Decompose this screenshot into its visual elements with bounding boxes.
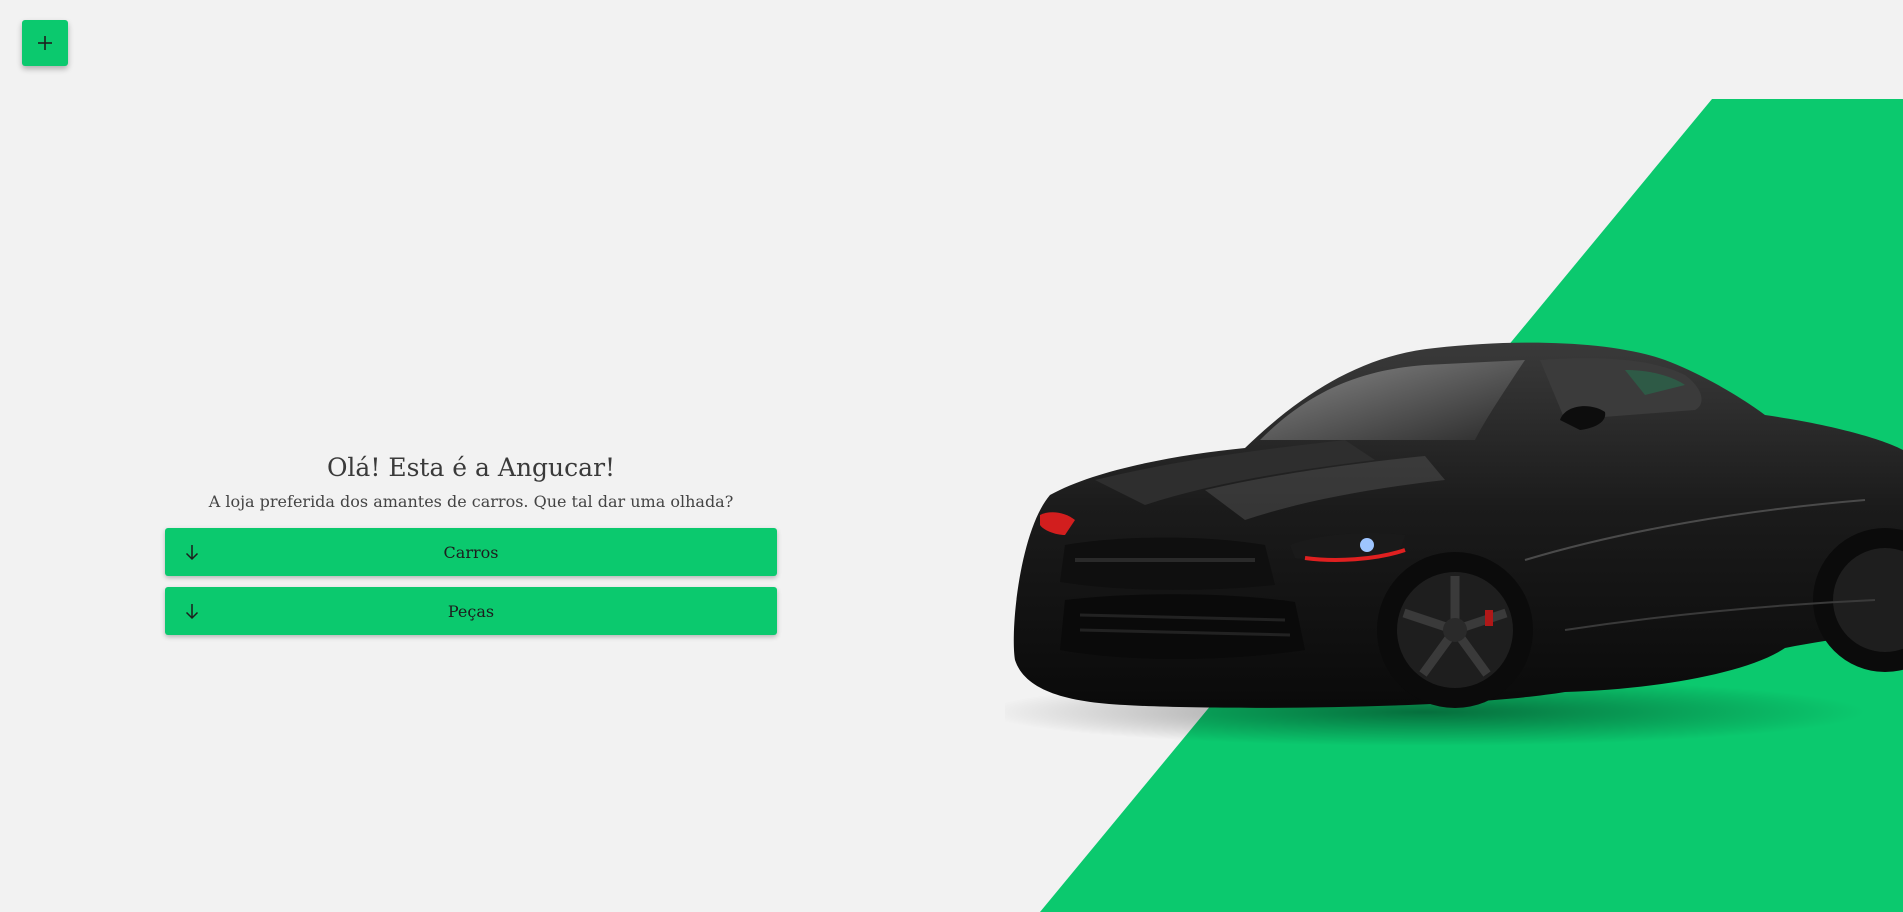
sports-car-image — [1005, 342, 1903, 746]
landing-page: Olá! Esta é a Angucar! A loja preferida … — [0, 0, 1903, 912]
pecas-button[interactable]: Peças — [165, 587, 777, 635]
arrow-down-icon — [183, 543, 201, 561]
arrow-down-icon — [183, 602, 201, 620]
carros-button[interactable]: Carros — [165, 528, 777, 576]
pecas-button-label: Peças — [447, 601, 495, 621]
hero-section: Olá! Esta é a Angucar! A loja preferida … — [165, 448, 777, 635]
hero-subtitle: A loja preferida dos amantes de carros. … — [208, 492, 734, 511]
add-button[interactable] — [22, 20, 68, 66]
hero-title: Olá! Esta é a Angucar! — [326, 453, 616, 482]
plus-icon — [38, 36, 52, 50]
carros-button-label: Carros — [443, 542, 499, 562]
